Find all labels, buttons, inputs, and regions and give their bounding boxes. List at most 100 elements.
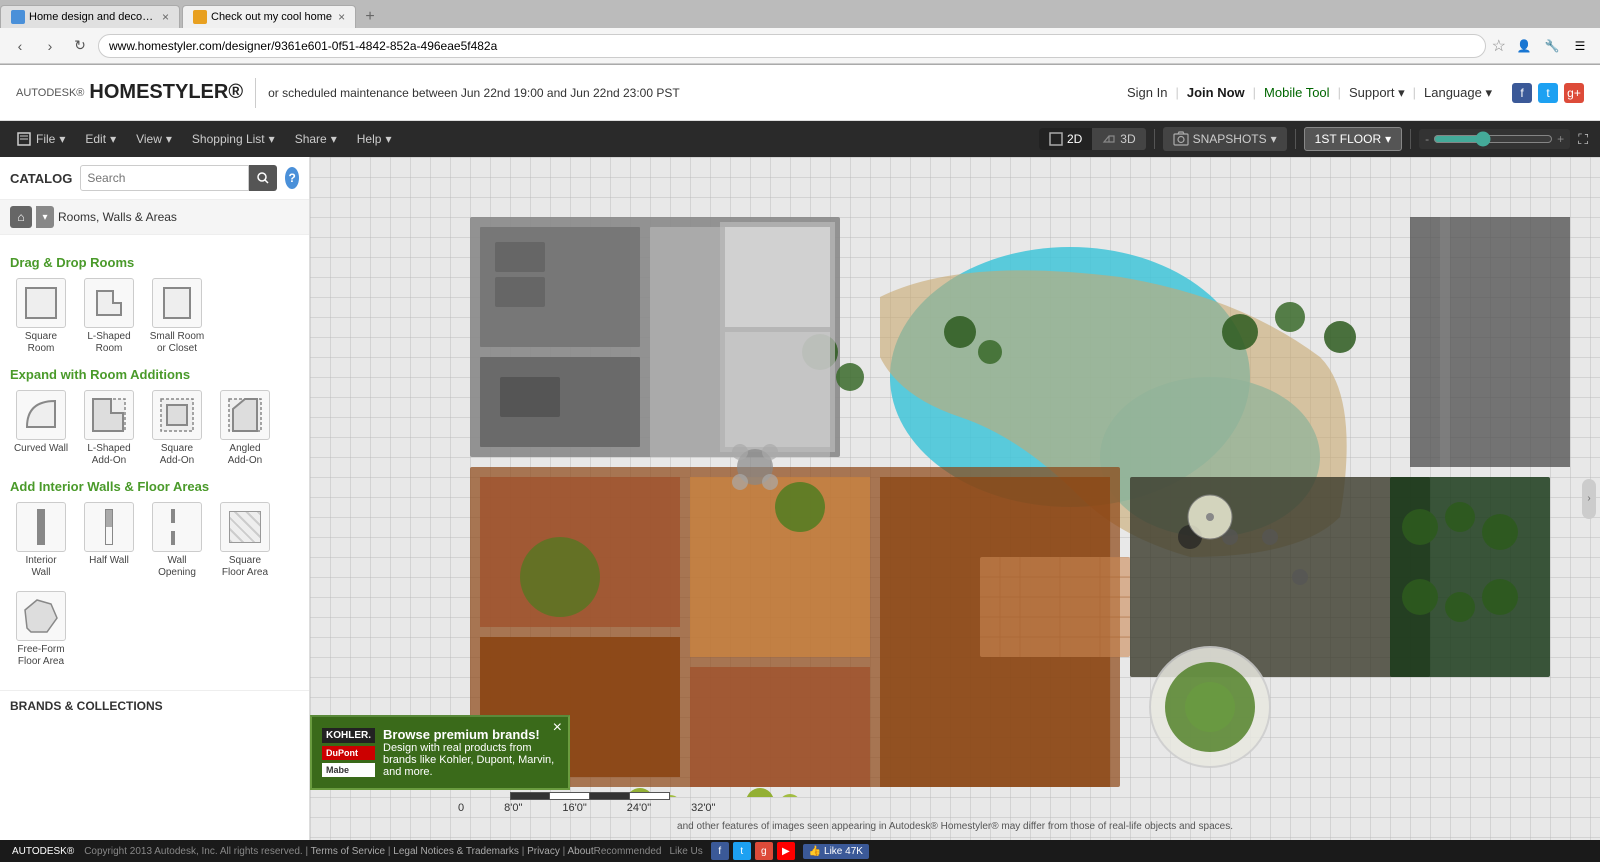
edit-menu-button[interactable]: Edit ▾ — [77, 128, 124, 150]
catalog-search — [80, 165, 277, 191]
support-link[interactable]: Support ▾ — [1349, 85, 1405, 101]
share-button[interactable]: Share ▾ — [287, 128, 345, 150]
wall-opening-label: WallOpening — [158, 555, 196, 579]
square-room-item[interactable]: SquareRoom — [10, 278, 72, 355]
nav-label: Rooms, Walls & Areas — [58, 210, 177, 224]
menu-icon[interactable]: ☰ — [1568, 34, 1592, 58]
main-layout: CATALOG ? ⌂ ▾ Rooms, Walls & Areas Drag … — [0, 157, 1600, 840]
expand-title: Expand with Room Additions — [10, 367, 299, 382]
small-room-item[interactable]: Small Roomor Closet — [146, 278, 208, 355]
tab-1[interactable]: Home design and decorat... × — [0, 5, 180, 28]
tab-2[interactable]: Check out my cool home × — [182, 5, 356, 28]
curved-wall-item[interactable]: Curved Wall — [10, 390, 72, 467]
zoom-in-icon[interactable]: + — [1557, 132, 1564, 146]
facebook-icon[interactable]: f — [1512, 83, 1532, 103]
l-shaped-addon-item[interactable]: L-ShapedAdd-On — [78, 390, 140, 467]
autodesk-label: AUTODESK® — [16, 87, 84, 99]
angled-addon-item[interactable]: AngledAdd-On — [214, 390, 276, 467]
canvas-info-text: and other features of images seen appear… — [330, 821, 1580, 832]
view-3d-button[interactable]: 3D — [1092, 128, 1145, 150]
scale-32: 32'0" — [691, 802, 715, 814]
app-header: AUTODESK® HOMESTYLER® or scheduled maint… — [0, 65, 1600, 121]
maintenance-notice: or scheduled maintenance between Jun 22n… — [268, 86, 1127, 100]
wall-opening-item[interactable]: WallOpening — [146, 502, 208, 579]
help-button[interactable]: Help ▾ — [349, 128, 400, 150]
extensions-icon[interactable]: 🔧 — [1540, 34, 1564, 58]
app-footer: AUTODESK® Copyright 2013 Autodesk, Inc. … — [0, 840, 1600, 862]
catalog-search-input[interactable] — [80, 165, 249, 191]
help-icon-button[interactable]: ? — [285, 167, 299, 189]
toolbar-sep-3 — [1410, 129, 1411, 149]
mobile-tool-link[interactable]: Mobile Tool — [1264, 85, 1330, 100]
half-wall-item[interactable]: Half Wall — [78, 502, 140, 579]
zoom-out-icon[interactable]: - — [1425, 132, 1429, 146]
nav-dropdown-button[interactable]: ▾ — [36, 206, 54, 228]
kohler-logo: KOHLER. — [322, 728, 375, 743]
scale-8: 8'0" — [504, 802, 522, 814]
url-input[interactable] — [98, 34, 1486, 58]
file-menu-button[interactable]: File ▾ — [8, 127, 73, 151]
square-addon-item[interactable]: SquareAdd-On — [146, 390, 208, 467]
catalog-header: CATALOG ? — [0, 157, 309, 200]
refresh-button[interactable]: ↻ — [68, 34, 92, 58]
ad-banner: KOHLER. DuPont Mabe Browse premium brand… — [310, 715, 570, 790]
ad-close-button[interactable]: × — [553, 719, 562, 737]
square-floor-item[interactable]: SquareFloor Area — [214, 502, 276, 579]
view-2d-button[interactable]: 2D — [1039, 128, 1092, 150]
fullscreen-button[interactable]: ⛶ — [1574, 127, 1592, 152]
footer-terms-link[interactable]: Terms of Service — [311, 846, 385, 857]
forward-button[interactable]: › — [38, 34, 62, 58]
footer-autodesk-logo: AUTODESK® — [12, 846, 74, 857]
back-button[interactable]: ‹ — [8, 34, 32, 58]
profile-icon[interactable]: 👤 — [1512, 34, 1536, 58]
sign-in-link[interactable]: Sign In — [1127, 85, 1167, 100]
floor-plan-svg — [340, 177, 1570, 797]
l-shaped-room-item[interactable]: L-ShapedRoom — [78, 278, 140, 355]
zoom-slider[interactable] — [1433, 131, 1553, 147]
googleplus-icon[interactable]: g+ — [1564, 83, 1584, 103]
catalog-title: CATALOG — [10, 171, 72, 186]
footer-google-icon[interactable]: g — [755, 842, 773, 860]
freeform-grid: Free-FormFloor Area — [10, 591, 299, 668]
tab-1-close[interactable]: × — [162, 10, 169, 24]
shopping-list-button[interactable]: Shopping List ▾ — [184, 128, 283, 150]
panel-content: Drag & Drop Rooms SquareRoom L-ShapedRoo… — [0, 235, 309, 690]
nav-breadcrumb: ⌂ ▾ Rooms, Walls & Areas — [0, 200, 309, 235]
footer-about-link[interactable]: About — [567, 846, 593, 857]
footer-like-button[interactable]: 👍 Like 47K — [803, 844, 869, 859]
toolbar-sep-1 — [1154, 129, 1155, 149]
l-shaped-room-icon — [84, 278, 134, 328]
bookmark-icon[interactable]: ☆ — [1492, 36, 1506, 56]
small-room-icon — [152, 278, 202, 328]
new-tab-button[interactable]: + — [358, 6, 382, 28]
additions-grid: Curved Wall L-ShapedAdd-On — [10, 390, 299, 467]
catalog-search-button[interactable] — [249, 165, 277, 191]
l-shaped-addon-label: L-ShapedAdd-On — [87, 443, 130, 467]
footer-privacy-link[interactable]: Privacy — [527, 846, 560, 857]
language-link[interactable]: Language ▾ — [1424, 85, 1492, 101]
join-now-link[interactable]: Join Now — [1187, 85, 1245, 100]
footer-twitter-icon[interactable]: t — [733, 842, 751, 860]
freeform-floor-item[interactable]: Free-FormFloor Area — [10, 591, 72, 668]
footer-legal-link[interactable]: Legal Notices & Trademarks — [393, 846, 519, 857]
twitter-icon[interactable]: t — [1538, 83, 1558, 103]
angled-addon-icon — [220, 390, 270, 440]
snapshots-button[interactable]: SNAPSHOTS ▾ — [1163, 127, 1287, 151]
header-links: Sign In | Join Now | Mobile Tool | Suppo… — [1127, 83, 1584, 103]
floor-selector-button[interactable]: 1ST FLOOR ▾ — [1304, 127, 1403, 151]
view-menu-button[interactable]: View ▾ — [128, 128, 180, 150]
nav-home-button[interactable]: ⌂ — [10, 206, 32, 228]
footer-facebook-icon[interactable]: f — [711, 842, 729, 860]
interior-wall-icon — [16, 502, 66, 552]
tab-2-close[interactable]: × — [338, 10, 345, 24]
social-icons: f t g+ — [1512, 83, 1584, 103]
dupont-logo: DuPont — [322, 746, 375, 760]
mabe-logo: Mabe — [322, 763, 375, 777]
brands-title: BRANDS & COLLECTIONS — [10, 699, 163, 713]
footer-youtube-icon[interactable]: ▶ — [777, 842, 795, 860]
interior-wall-item[interactable]: InteriorWall — [10, 502, 72, 579]
curved-wall-label: Curved Wall — [14, 443, 68, 455]
half-wall-icon — [84, 502, 134, 552]
main-toolbar: File ▾ Edit ▾ View ▾ Shopping List ▾ Sha… — [0, 121, 1600, 157]
canvas-area[interactable]: 0 8'0" 16'0" 24'0" 32'0" KOHLER. DuPont … — [310, 157, 1600, 840]
